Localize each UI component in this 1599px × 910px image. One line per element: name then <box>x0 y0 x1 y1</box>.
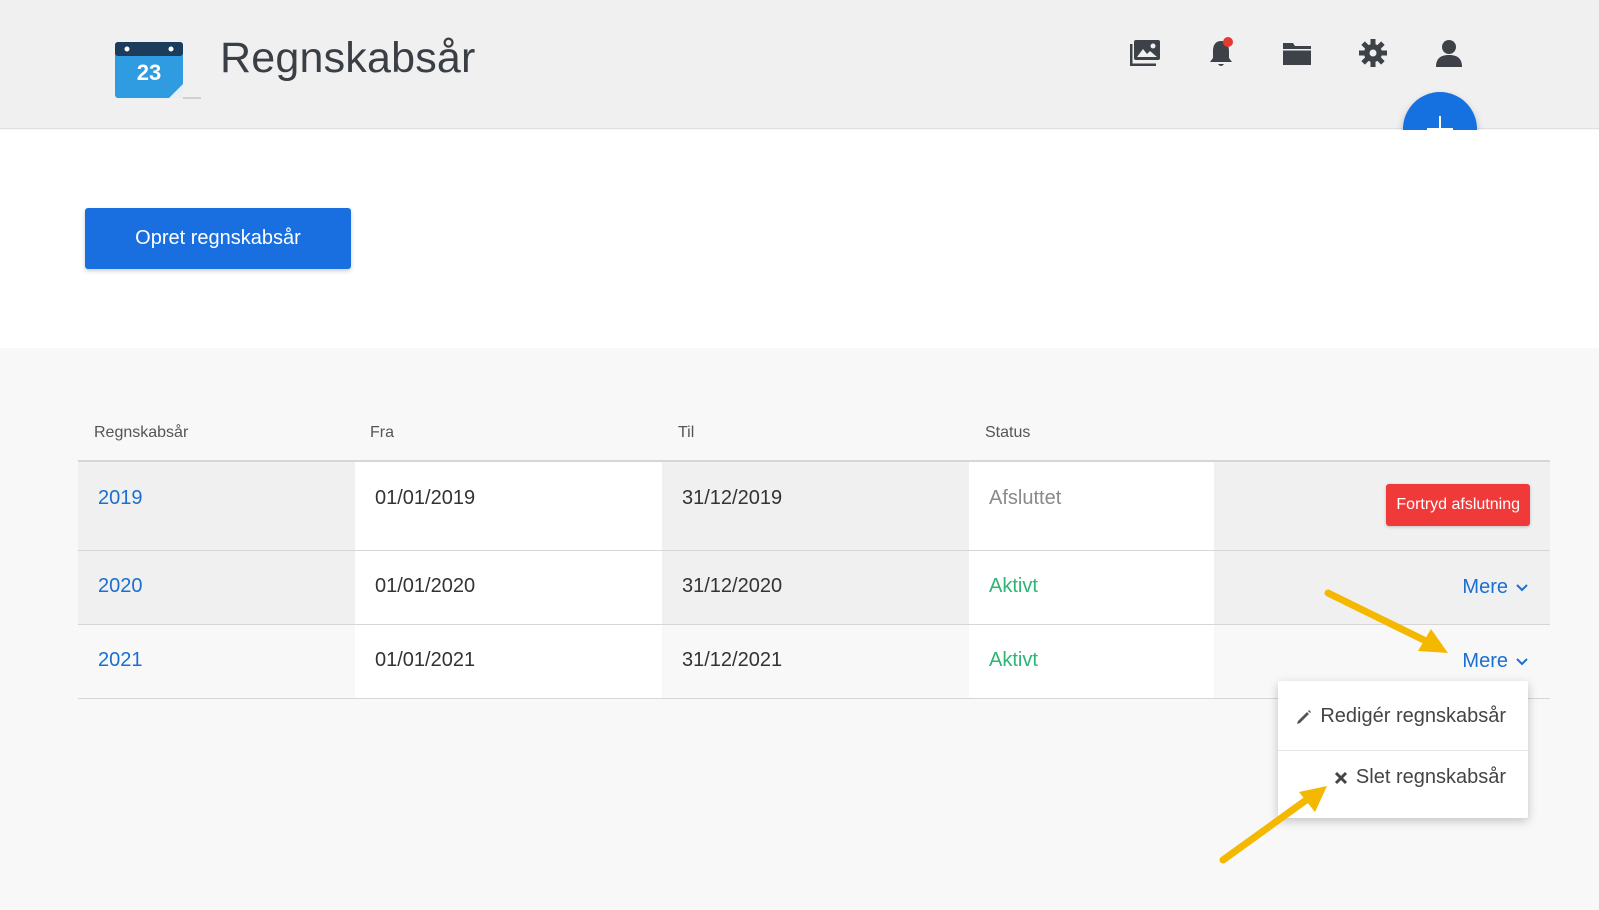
to-date: 31/12/2019 <box>682 487 783 509</box>
undo-close-button[interactable]: Fortryd afslutning <box>1386 484 1530 526</box>
pencil-icon <box>1297 709 1312 724</box>
menu-item-label: Slet regnskabsår <box>1355 766 1506 788</box>
more-menu-button[interactable]: Mere <box>1462 576 1528 599</box>
column-header-status: Status <box>985 424 1031 441</box>
more-dropdown-menu: Redigér regnskabsår Slet regnskabsår <box>1278 681 1528 818</box>
from-date: 01/01/2020 <box>375 575 476 597</box>
column-header-year: Regnskabsår <box>94 424 189 441</box>
table-row: 2020 01/01/2020 31/12/2020 Aktivt Mere <box>78 551 1550 625</box>
create-fiscal-year-button[interactable]: Opret regnskabsår <box>85 208 351 269</box>
delete-fiscal-year-menu-item[interactable]: Slet regnskabsår <box>1334 766 1506 789</box>
menu-item-label: Redigér regnskabsår <box>1320 705 1506 727</box>
app-header: 23 Regnskabsår <box>0 0 1599 129</box>
fiscal-years-table: Regnskabsår Fra Til Status 2019 01/01/20… <box>78 408 1550 699</box>
user-icon[interactable] <box>1432 36 1466 70</box>
from-date: 01/01/2021 <box>375 649 476 671</box>
more-menu-button[interactable]: Mere <box>1462 650 1528 673</box>
column-header-from: Fra <box>370 424 394 441</box>
status-label: Afsluttet <box>989 487 1062 509</box>
notification-dot <box>1223 37 1233 47</box>
table-header: Regnskabsår Fra Til Status <box>78 408 1550 462</box>
edit-fiscal-year-menu-item[interactable]: Redigér regnskabsår <box>1296 705 1506 728</box>
table-row: 2019 01/01/2019 31/12/2019 Afsluttet For… <box>78 462 1550 551</box>
year-link[interactable]: 2021 <box>98 649 143 672</box>
chevron-down-icon <box>1516 583 1528 591</box>
more-label: Mere <box>1462 576 1508 598</box>
calendar-logo-icon: 23 <box>115 40 201 100</box>
from-date: 01/01/2019 <box>375 487 476 509</box>
folder-icon[interactable] <box>1280 36 1314 70</box>
to-date: 31/12/2021 <box>682 649 783 671</box>
close-icon <box>1334 771 1347 784</box>
chevron-down-icon <box>1516 657 1528 665</box>
page-title: Regnskabsår <box>220 34 476 82</box>
bell-icon[interactable] <box>1204 36 1238 70</box>
menu-divider <box>1278 750 1528 751</box>
year-link[interactable]: 2019 <box>98 487 143 510</box>
column-header-to: Til <box>678 424 695 441</box>
gear-icon[interactable] <box>1356 36 1390 70</box>
status-label: Aktivt <box>989 575 1038 597</box>
to-date: 31/12/2020 <box>682 575 783 597</box>
gallery-icon[interactable] <box>1128 36 1162 70</box>
status-label: Aktivt <box>989 649 1038 671</box>
year-link[interactable]: 2020 <box>98 575 143 598</box>
calendar-day: 23 <box>137 60 161 85</box>
more-label: Mere <box>1462 650 1508 672</box>
